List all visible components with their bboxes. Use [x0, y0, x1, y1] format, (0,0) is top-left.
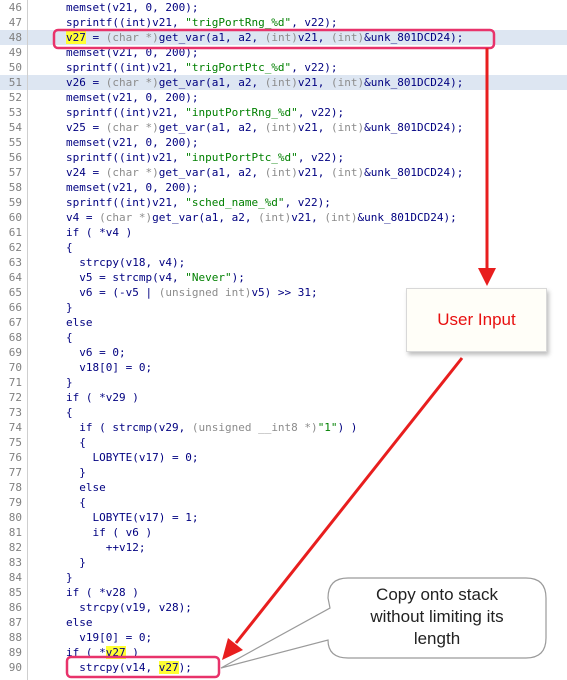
highlight-box-line-48: [52, 28, 496, 50]
callout-line-2: without limiting its: [370, 607, 504, 626]
user-input-note: User Input: [406, 288, 547, 352]
callout-text: Copy onto stack without limiting its len…: [332, 578, 542, 656]
arrow-head-user-input: [478, 268, 496, 286]
user-input-label: User Input: [437, 310, 516, 329]
arrow-head-strcpy: [222, 638, 243, 660]
callout-line-3: length: [413, 629, 461, 648]
highlight-box-line-90: [65, 655, 221, 679]
callout-line-1: Copy onto stack: [376, 585, 498, 604]
